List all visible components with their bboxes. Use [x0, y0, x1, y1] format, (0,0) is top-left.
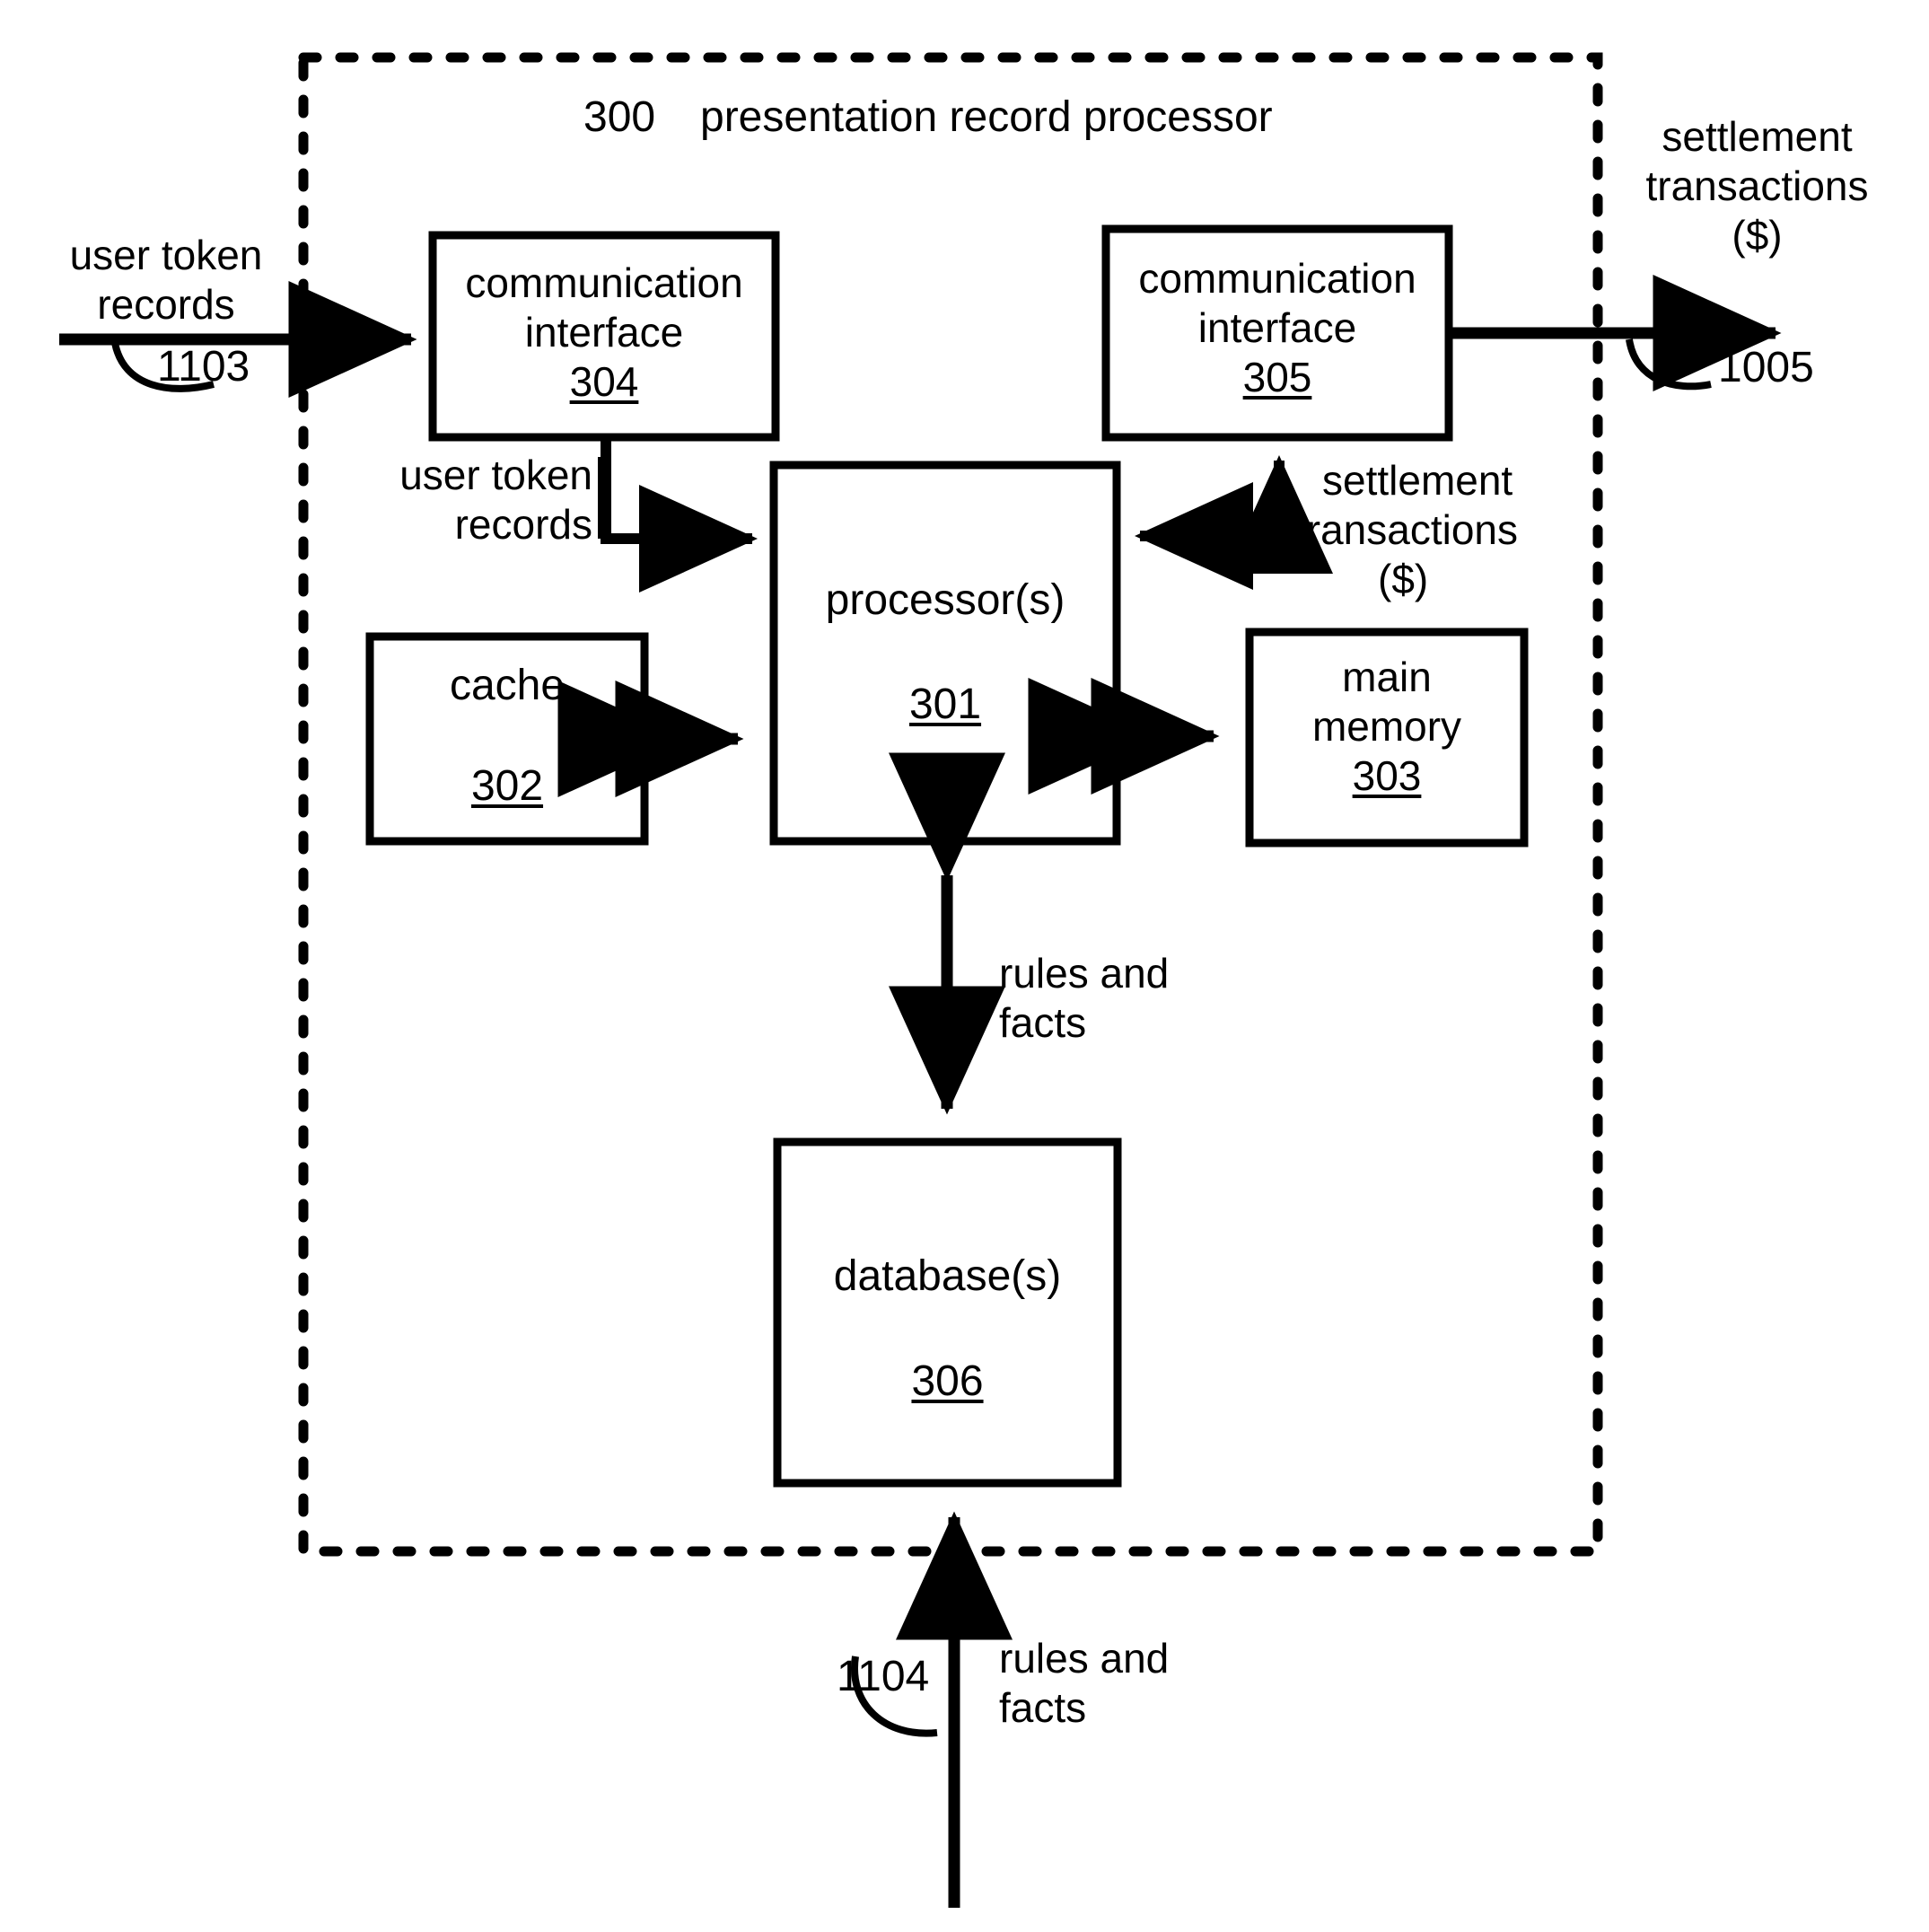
main-memory-303-ref: 303 — [1352, 752, 1422, 799]
internal-settlement-line3: ($) — [1378, 556, 1429, 602]
cache-302-ref: 302 — [470, 762, 544, 810]
databases-306-shape — [773, 1137, 1122, 1488]
figure-canvas: 300 presentation record processor user t… — [0, 0, 1929, 1932]
output-settlement-line2: transactions — [1645, 162, 1869, 209]
databases-306-line1: database(s) — [833, 1252, 1062, 1300]
main-memory-303-line1: main — [1342, 654, 1432, 700]
processor-301-ref: 301 — [908, 681, 982, 728]
comm-interface-305-line2: interface — [1197, 304, 1357, 351]
comm-interface-304-line1: communication — [465, 259, 743, 306]
input-user-token-records-line1: user token — [69, 232, 263, 278]
comm-interface-305-line1: communication — [1138, 255, 1416, 302]
comm-interface-305-ref: 305 — [1242, 354, 1312, 400]
comm-interface-304-ref: 304 — [569, 358, 639, 405]
diagram-vector-layer — [59, 52, 1782, 1908]
main-memory-303-line2: memory — [1311, 703, 1462, 750]
internal-user-token-records-line1: user token — [399, 452, 592, 498]
processor-to-comm305-arrow — [1135, 455, 1333, 590]
output-settlement-line1: settlement — [1662, 113, 1853, 160]
databases-306-ref: 306 — [911, 1357, 984, 1405]
cache-302-line1: cache — [449, 662, 566, 709]
processor-301-line1: processor(s) — [825, 576, 1065, 624]
input-user-token-records-line2: records — [97, 281, 235, 328]
output-reference-1005: 1005 — [1718, 344, 1814, 391]
container-title: presentation record processor — [700, 93, 1273, 141]
external-rules-facts-line2: facts — [999, 1684, 1087, 1731]
internal-rules-facts-line1: rules and — [999, 950, 1170, 997]
leader-line-1005 — [1626, 338, 1712, 391]
internal-rules-facts-line2: facts — [999, 999, 1087, 1046]
external-rules-reference-1104: 1104 — [837, 1653, 930, 1700]
external-rules-facts-line1: rules and — [999, 1635, 1170, 1682]
internal-settlement-line2: transactions — [1295, 506, 1519, 553]
comm304-to-processor-arrow — [598, 437, 758, 593]
processor-301-shape — [769, 461, 1121, 846]
internal-user-token-records-line2: records — [454, 501, 592, 548]
output-settlement-line3: ($) — [1732, 212, 1783, 259]
internal-settlement-line1: settlement — [1322, 457, 1513, 504]
input-reference-1103: 1103 — [157, 343, 250, 391]
comm-interface-304-line2: interface — [524, 309, 684, 356]
container-ref-300: 300 — [583, 93, 656, 141]
